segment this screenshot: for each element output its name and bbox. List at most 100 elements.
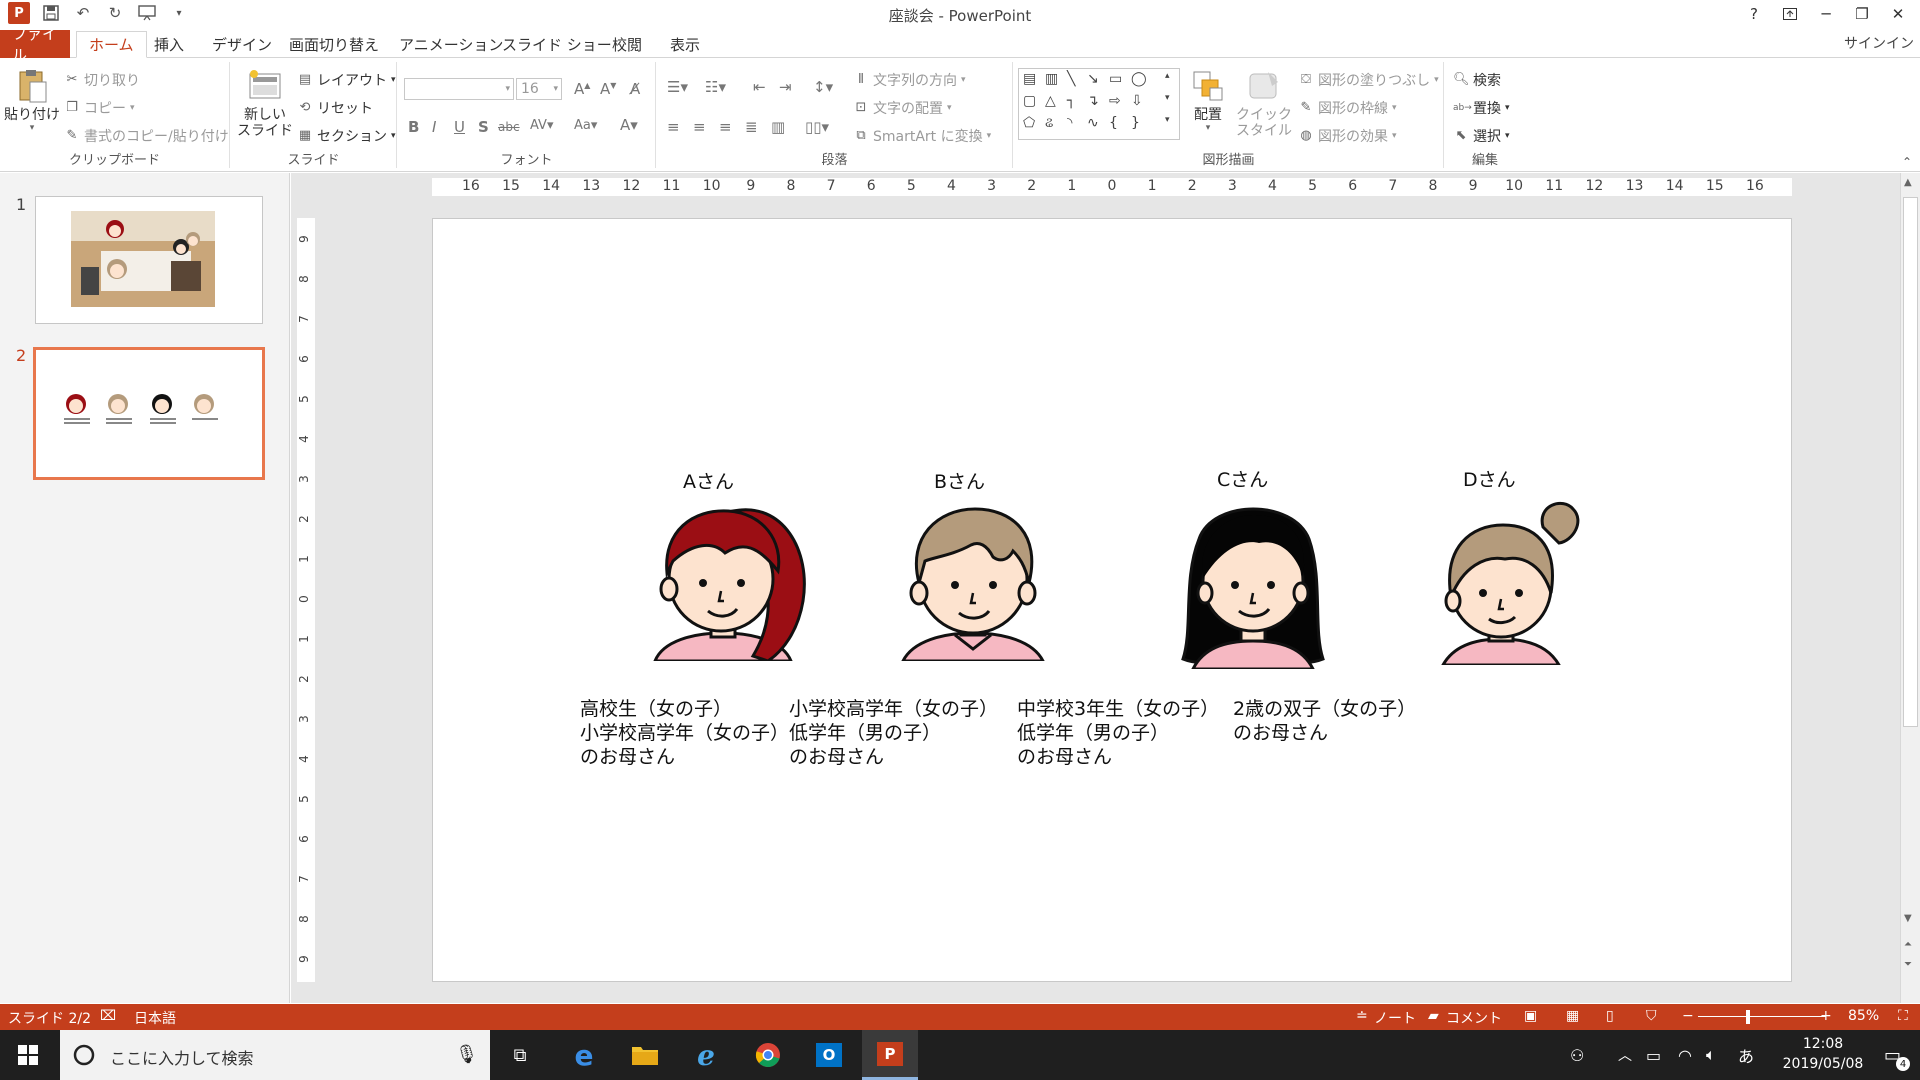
- slide-thumbnail-1[interactable]: [35, 196, 263, 324]
- rounded-rect-shape-icon[interactable]: ▢: [1023, 93, 1036, 109]
- normal-view-icon[interactable]: ▣: [1524, 1008, 1537, 1024]
- decrease-font-icon[interactable]: A▼: [600, 80, 616, 98]
- tab-transitions[interactable]: 画面切り替え: [277, 31, 391, 58]
- new-slide-button[interactable]: 新しい スライド: [237, 68, 293, 139]
- person-d-illustration[interactable]: [1413, 497, 1593, 665]
- scroll-up-icon[interactable]: ▲: [1904, 177, 1912, 188]
- format-painter-button[interactable]: ✎ 書式のコピー/貼り付け: [64, 126, 229, 146]
- rectangle-shape-icon[interactable]: ▭: [1109, 71, 1122, 87]
- font-size-combo[interactable]: 16 ▾: [516, 78, 562, 100]
- quick-styles-button[interactable]: クイック スタイル: [1236, 68, 1292, 139]
- taskbar-search-box[interactable]: ここに入力して検索 🎙︎: [60, 1030, 490, 1080]
- copy-button[interactable]: ❐ コピー ▾: [64, 98, 134, 118]
- scroll-down-icon[interactable]: ▼: [1904, 913, 1912, 924]
- comments-button[interactable]: コメント: [1446, 1008, 1502, 1028]
- section-button[interactable]: ▦ セクション ▾: [297, 126, 396, 146]
- file-explorer-button[interactable]: [617, 1030, 673, 1080]
- task-view-button[interactable]: ⧉: [492, 1030, 548, 1080]
- clear-formatting-icon[interactable]: A̸: [630, 80, 640, 98]
- minimize-icon[interactable]: ─: [1808, 0, 1844, 28]
- align-right-icon[interactable]: ≡: [719, 118, 732, 136]
- scrollbar-thumb[interactable]: [1903, 197, 1918, 727]
- edge-app-button[interactable]: e: [556, 1030, 612, 1080]
- shapes-gallery[interactable]: ▤ ▥ ╲ ↘ ▭ ◯ ▢ △ ┐ ↴ ⇨ ⇩ ⬠ ଌ ◝ ∿ { } ▴ ▾ …: [1018, 68, 1180, 140]
- character-spacing-icon[interactable]: AV▾: [530, 118, 553, 133]
- arrow-line-shape-icon[interactable]: ↘: [1087, 71, 1099, 87]
- previous-slide-icon[interactable]: ⏶: [1904, 939, 1912, 950]
- gallery-up-icon[interactable]: ▴: [1165, 71, 1170, 81]
- language-indicator[interactable]: 日本語: [134, 1008, 176, 1028]
- triangle-shape-icon[interactable]: △: [1045, 93, 1056, 109]
- undo-icon[interactable]: ↶: [72, 2, 94, 24]
- curve-shape-icon[interactable]: ∿: [1087, 115, 1099, 131]
- shape-effects-button[interactable]: ◍ 図形の効果 ▾: [1298, 126, 1396, 146]
- scribble-shape-icon[interactable]: ଌ: [1045, 115, 1053, 131]
- bold-icon[interactable]: B: [408, 118, 419, 136]
- down-arrow-shape-icon[interactable]: ⇩: [1131, 93, 1143, 109]
- internet-explorer-button[interactable]: ℯ: [678, 1030, 734, 1080]
- slide-sorter-icon[interactable]: ▦: [1566, 1008, 1579, 1024]
- right-arrow-shape-icon[interactable]: ⇨: [1109, 93, 1121, 109]
- strikethrough-icon[interactable]: abc: [498, 120, 520, 134]
- text-direction-button[interactable]: ⫴ 文字列の方向 ▾: [853, 70, 965, 90]
- align-left-icon[interactable]: ≡: [667, 118, 680, 136]
- freeform-shape-icon[interactable]: ⬠: [1023, 115, 1035, 131]
- italic-icon[interactable]: I: [432, 118, 436, 136]
- line-spacing-icon[interactable]: ↕▾: [813, 78, 833, 96]
- numbering-icon[interactable]: ☷▾: [705, 78, 726, 96]
- zoom-out-icon[interactable]: −: [1682, 1008, 1694, 1024]
- ime-indicator[interactable]: あ: [1738, 1030, 1754, 1080]
- system-clock[interactable]: 12:08 2019/05/08: [1770, 1034, 1876, 1074]
- chrome-app-button[interactable]: [740, 1030, 796, 1080]
- help-button[interactable]: ?: [1736, 0, 1772, 28]
- slide-thumbnail-2[interactable]: [33, 347, 265, 480]
- tab-home[interactable]: ホーム: [76, 31, 147, 58]
- start-button[interactable]: [0, 1030, 56, 1080]
- gallery-more-icon[interactable]: ▾: [1165, 115, 1170, 125]
- person-c-name[interactable]: Cさん: [1217, 465, 1268, 492]
- customize-toolbar-icon[interactable]: ▾: [168, 2, 190, 24]
- person-d-name[interactable]: Dさん: [1463, 465, 1516, 492]
- person-b-illustration[interactable]: [883, 501, 1063, 661]
- show-hidden-icons-icon[interactable]: ︿: [1618, 1030, 1632, 1080]
- change-case-icon[interactable]: Aa▾: [574, 118, 597, 133]
- text-shadow-icon[interactable]: S: [478, 118, 489, 136]
- increase-indent-icon[interactable]: ⇥: [779, 78, 792, 96]
- line-shape-icon[interactable]: ╲: [1067, 71, 1075, 87]
- next-slide-icon[interactable]: ⏷: [1904, 959, 1912, 970]
- reset-button[interactable]: ⟲ リセット: [297, 98, 373, 118]
- elbow-connector-shape-icon[interactable]: ┐: [1067, 93, 1075, 109]
- wifi-icon[interactable]: ◠: [1678, 1030, 1692, 1080]
- justify-icon[interactable]: ≣: [745, 118, 758, 136]
- smartart-button[interactable]: ⧉ SmartArt に変換 ▾: [853, 126, 991, 146]
- person-b-name[interactable]: Bさん: [934, 467, 985, 494]
- select-button[interactable]: ⬉ 選択 ▾: [1453, 126, 1510, 146]
- person-a-illustration[interactable]: [633, 501, 813, 661]
- start-slideshow-icon[interactable]: [136, 2, 158, 24]
- tab-insert[interactable]: 挿入: [142, 31, 196, 58]
- paste-button[interactable]: 貼り付け ▾: [4, 68, 60, 133]
- notes-button[interactable]: ノート: [1374, 1008, 1416, 1028]
- slideshow-view-icon[interactable]: ⛉: [1646, 1008, 1657, 1024]
- spellcheck-icon[interactable]: ⌧: [100, 1008, 116, 1024]
- slide-counter[interactable]: スライド 2/2: [8, 1008, 91, 1028]
- zoom-level[interactable]: 85%: [1848, 1008, 1879, 1024]
- shape-outline-button[interactable]: ✎ 図形の枠線 ▾: [1298, 98, 1397, 118]
- zoom-in-icon[interactable]: +: [1820, 1008, 1832, 1024]
- person-a-name[interactable]: Aさん: [683, 467, 734, 494]
- increase-font-icon[interactable]: A▲: [574, 80, 590, 98]
- cut-button[interactable]: ✂ 切り取り: [64, 70, 140, 90]
- collapse-ribbon-icon[interactable]: ⌃: [1902, 155, 1912, 169]
- tab-view[interactable]: 表示: [658, 31, 712, 58]
- underline-icon[interactable]: U: [454, 118, 465, 136]
- font-color-icon[interactable]: A▾: [620, 116, 638, 134]
- layout-button[interactable]: ▤ レイアウト ▾: [297, 70, 396, 90]
- decrease-indent-icon[interactable]: ⇤: [753, 78, 766, 96]
- oval-shape-icon[interactable]: ◯: [1131, 71, 1147, 87]
- textbox-shape-icon[interactable]: ▤: [1023, 71, 1036, 87]
- columns-icon[interactable]: ▯▯▾: [805, 118, 829, 136]
- action-center-icon[interactable]: ▭ 4: [1884, 1030, 1910, 1080]
- arrange-button[interactable]: 配置 ▾: [1190, 68, 1226, 133]
- sign-in-link[interactable]: サインイン: [1844, 33, 1914, 53]
- redo-icon[interactable]: ↻: [104, 2, 126, 24]
